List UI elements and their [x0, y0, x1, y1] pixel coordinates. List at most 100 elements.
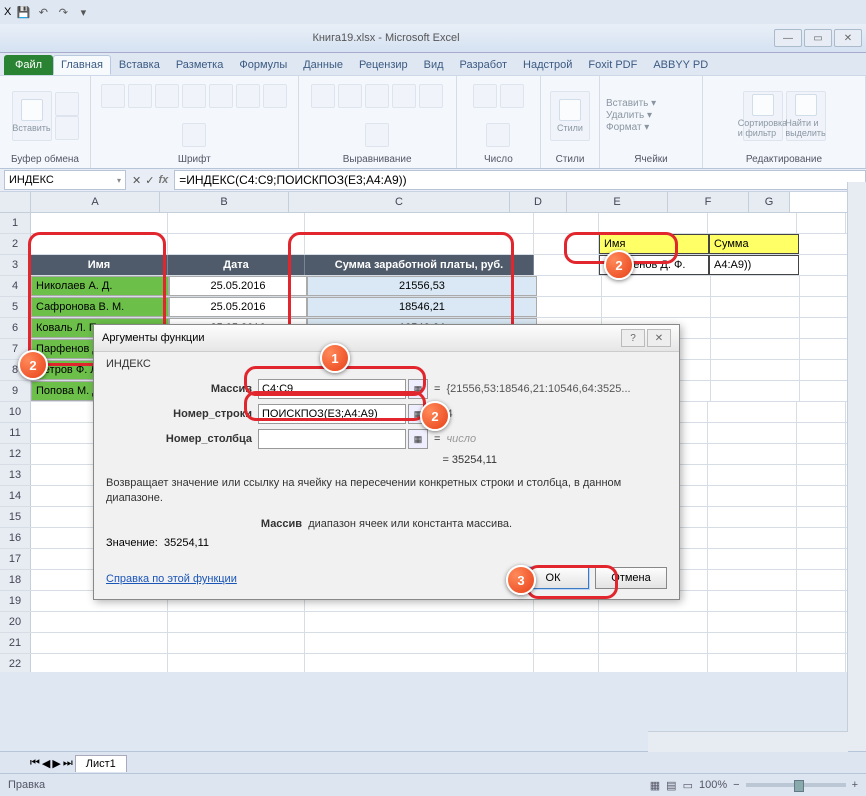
row-header[interactable]: 12 [0, 444, 31, 464]
cell[interactable] [537, 297, 602, 317]
row-header[interactable]: 13 [0, 465, 31, 485]
cell[interactable] [708, 633, 797, 653]
cell[interactable] [537, 276, 602, 296]
function-help-link[interactable]: Справка по этой функции [106, 573, 237, 585]
cell[interactable] [797, 549, 846, 569]
cell[interactable] [599, 633, 708, 653]
cell[interactable] [534, 255, 599, 275]
col-header[interactable]: G [749, 192, 790, 212]
cell[interactable] [797, 486, 846, 506]
cell[interactable] [168, 234, 305, 254]
save-icon[interactable]: 💾 [15, 4, 31, 20]
ref-select-icon[interactable]: ▦ [408, 404, 428, 424]
cell[interactable] [711, 276, 800, 296]
col-header[interactable]: F [668, 192, 749, 212]
row-header[interactable]: 3 [0, 255, 31, 275]
sort-button[interactable]: Сортировка и фильтр [743, 91, 783, 141]
cell[interactable]: Имя [31, 255, 168, 275]
copy-icon[interactable] [55, 116, 79, 140]
row-header[interactable]: 22 [0, 654, 31, 672]
cell[interactable] [534, 633, 599, 653]
row-header[interactable]: 20 [0, 612, 31, 632]
tab-view[interactable]: Вид [416, 55, 452, 75]
arg-row-input[interactable] [258, 404, 406, 424]
select-all-corner[interactable] [0, 192, 31, 212]
cell[interactable] [708, 612, 797, 632]
view-normal-icon[interactable]: ▦ [650, 779, 660, 792]
horizontal-scrollbar[interactable] [648, 731, 848, 752]
cell[interactable] [31, 633, 168, 653]
find-button[interactable]: Найти и выделить [786, 91, 826, 141]
row-header[interactable]: 5 [0, 297, 31, 317]
zoom-out-icon[interactable]: − [733, 779, 739, 791]
row-header[interactable]: 2 [0, 234, 31, 254]
cell[interactable] [168, 654, 305, 672]
tab-data[interactable]: Данные [295, 55, 351, 75]
dialog-help-icon[interactable]: ? [621, 329, 645, 347]
row-header[interactable]: 11 [0, 423, 31, 443]
undo-icon[interactable]: ↶ [35, 4, 51, 20]
row-header[interactable]: 16 [0, 528, 31, 548]
cell[interactable] [797, 654, 846, 672]
cell[interactable] [797, 528, 846, 548]
cells-insert[interactable]: Вставить ▾ [606, 98, 656, 109]
cells-delete[interactable]: Удалить ▾ [606, 110, 652, 121]
cell[interactable] [708, 549, 797, 569]
cell[interactable] [599, 612, 708, 632]
cell[interactable] [602, 297, 711, 317]
cell[interactable]: Сумма заработной платы, руб. [305, 255, 534, 275]
row-header[interactable]: 9 [0, 381, 31, 401]
cut-icon[interactable] [55, 92, 79, 116]
cell[interactable] [305, 213, 534, 233]
cell[interactable]: Николаев А. Д. [31, 276, 169, 296]
row-header[interactable]: 21 [0, 633, 31, 653]
cell[interactable] [800, 360, 849, 380]
cell[interactable] [797, 570, 846, 590]
view-layout-icon[interactable]: ▤ [666, 779, 676, 792]
row-header[interactable]: 7 [0, 339, 31, 359]
cell[interactable] [800, 318, 849, 338]
fx-icon[interactable]: fx [158, 174, 168, 186]
zoom-level[interactable]: 100% [699, 779, 727, 791]
cell[interactable] [708, 486, 797, 506]
zoom-slider[interactable] [746, 783, 846, 787]
cancel-button[interactable]: Отмена [595, 567, 667, 589]
cell[interactable] [534, 234, 599, 254]
cell[interactable] [534, 654, 599, 672]
cell[interactable]: 25.05.2016 [169, 297, 307, 317]
row-header[interactable]: 6 [0, 318, 31, 338]
cell[interactable] [799, 255, 848, 275]
close-icon[interactable]: ✕ [834, 29, 862, 47]
accept-formula-icon[interactable]: ✓ [145, 174, 154, 187]
col-header[interactable]: A [31, 192, 160, 212]
cell[interactable]: Сумма [709, 234, 799, 254]
col-header[interactable]: E [567, 192, 668, 212]
col-header[interactable]: D [510, 192, 567, 212]
formula-input[interactable]: =ИНДЕКС(C4:C9;ПОИСКПОЗ(E3;A4:A9)) [174, 170, 866, 190]
row-header[interactable]: 17 [0, 549, 31, 569]
cell[interactable] [708, 402, 797, 422]
cell[interactable]: Парфенов Д. Ф. [599, 255, 709, 275]
cell[interactable]: Сафронова В. М. [31, 297, 169, 317]
tab-insert[interactable]: Вставка [111, 55, 168, 75]
dialog-close-icon[interactable]: ✕ [647, 329, 671, 347]
cell[interactable] [800, 339, 849, 359]
row-header[interactable]: 1 [0, 213, 31, 233]
row-header[interactable]: 19 [0, 591, 31, 611]
cell[interactable]: Дата [168, 255, 305, 275]
redo-icon[interactable]: ↷ [55, 4, 71, 20]
cell[interactable] [708, 528, 797, 548]
cell[interactable] [708, 213, 797, 233]
cell[interactable] [31, 213, 168, 233]
worksheet[interactable]: A B C D E F G 12ИмяСумма3ИмяДатаСумма за… [0, 192, 866, 672]
maximize-icon[interactable]: ▭ [804, 29, 832, 47]
cell[interactable] [31, 234, 168, 254]
cell[interactable] [797, 444, 846, 464]
row-header[interactable]: 8 [0, 360, 31, 380]
col-header[interactable]: B [160, 192, 289, 212]
cell[interactable] [797, 612, 846, 632]
nav-last-icon[interactable]: ⏭ [63, 757, 73, 770]
cell[interactable] [599, 654, 708, 672]
cell[interactable]: Имя [599, 234, 709, 254]
cell[interactable] [708, 591, 797, 611]
